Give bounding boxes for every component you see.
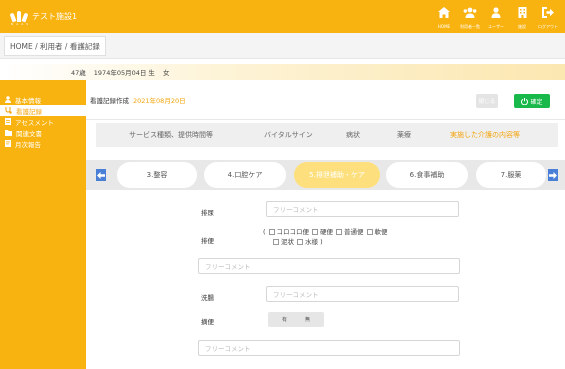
user-info-bar: 47歳 1974年05月04日 生 女 bbox=[0, 64, 565, 80]
confirm-label: 確定 bbox=[530, 98, 543, 106]
option-label: 水様 bbox=[305, 238, 318, 246]
option-label: 泥状 bbox=[281, 238, 294, 246]
nav-logout-label: ログアウト bbox=[538, 24, 558, 29]
checkbox-normal[interactable] bbox=[336, 229, 343, 235]
app-subtitle: N A A S bbox=[11, 22, 30, 26]
arrow-right-icon[interactable] bbox=[548, 169, 558, 181]
enema-label: 摘便 bbox=[201, 318, 214, 326]
sidebar-item-basic-info[interactable]: 基本情報 bbox=[0, 94, 86, 105]
tab-medication[interactable]: 7.服薬 bbox=[476, 162, 546, 188]
folder-icon bbox=[5, 129, 12, 136]
tab-meal[interactable]: 6.食事補助 bbox=[386, 162, 468, 188]
option-label: 硬便 bbox=[320, 228, 334, 236]
breadcrumb-bar: HOME / 利用者 / 看護記録 bbox=[0, 33, 565, 59]
top-bar: テスト施設1 N A A S HOME 利用者一覧 ユーザー 施設 ログアウト bbox=[0, 0, 565, 33]
category-care-content[interactable]: 実施した介護の内容等 bbox=[450, 130, 520, 140]
sidebar-item-label: 月次報告 bbox=[15, 140, 41, 149]
nav-facility[interactable]: 施設 bbox=[509, 4, 535, 30]
enema-yes-option[interactable]: 有 bbox=[282, 316, 287, 323]
urine-comment-input[interactable]: フリーコメント bbox=[266, 201, 459, 217]
option-label: コロコロ便 bbox=[276, 228, 310, 236]
app-logo[interactable]: テスト施設1 bbox=[9, 11, 78, 23]
user-sex: 女 bbox=[162, 69, 170, 77]
category-medication[interactable]: 薬療 bbox=[397, 130, 411, 140]
category-tabs: サービス種類、提供時間等 バイタルサイン 病状 薬療 実施した介護の内容等 bbox=[96, 123, 558, 147]
enema-toggle[interactable]: 有 無 bbox=[268, 312, 324, 327]
nav-user[interactable]: ユーザー bbox=[483, 4, 509, 30]
record-title: 看護記録作成 bbox=[90, 96, 129, 105]
tab-oral-care[interactable]: 4.口腔ケア bbox=[204, 162, 286, 188]
wash-comment-input[interactable]: フリーコメント bbox=[266, 286, 459, 302]
user-icon bbox=[491, 4, 501, 20]
nav-facility-label: 施設 bbox=[518, 24, 526, 29]
user-birthdate: 1974年05月04日 生 bbox=[93, 69, 155, 77]
sidebar-item-label: 基本情報 bbox=[15, 96, 41, 105]
sidebar-item-label: アセスメント bbox=[15, 118, 54, 127]
stool-comment-input[interactable]: フリーコメント bbox=[198, 258, 460, 274]
sidebar-item-label: 関連文書 bbox=[16, 129, 42, 138]
user-icon bbox=[5, 96, 11, 103]
category-vitals[interactable]: バイタルサイン bbox=[264, 130, 313, 140]
sidebar-item-assessment[interactable]: アセスメント bbox=[0, 116, 86, 127]
sidebar-item-nursing-record[interactable]: 看護記録 bbox=[0, 105, 86, 116]
nav-home[interactable]: HOME bbox=[431, 4, 457, 30]
top-nav: HOME 利用者一覧 ユーザー 施設 ログアウト bbox=[431, 4, 561, 30]
tab-excretion[interactable]: 5.排泄補助・ケア bbox=[294, 162, 380, 188]
close-button[interactable]: 閉じる bbox=[476, 94, 498, 108]
sidebar-item-related-docs[interactable]: 関連文書 bbox=[0, 127, 86, 138]
category-service[interactable]: サービス種類、提供時間等 bbox=[129, 130, 213, 140]
power-icon bbox=[521, 97, 529, 105]
stool-label: 排便 bbox=[201, 237, 214, 245]
stethoscope-icon bbox=[5, 107, 12, 114]
enema-no-option[interactable]: 無 bbox=[305, 316, 310, 323]
users-icon bbox=[463, 4, 477, 20]
nav-home-label: HOME bbox=[437, 24, 451, 29]
option-label: 普通便 bbox=[344, 228, 364, 236]
checkbox-hard[interactable] bbox=[312, 229, 319, 235]
option-label: 軟便 bbox=[374, 228, 388, 236]
nav-user-label: ユーザー bbox=[488, 24, 504, 29]
document-icon bbox=[5, 118, 11, 125]
building-icon bbox=[518, 4, 527, 20]
breadcrumb[interactable]: HOME / 利用者 / 看護記録 bbox=[4, 36, 106, 56]
report-icon bbox=[5, 140, 11, 147]
care-tabs: 3.整容 4.口腔ケア 5.排泄補助・ケア 6.食事補助 7.服薬 bbox=[86, 160, 565, 190]
nav-logout[interactable]: ログアウト bbox=[535, 4, 561, 30]
checkbox-watery[interactable] bbox=[297, 239, 303, 245]
user-age: 47歳 bbox=[71, 69, 86, 77]
tab-grooming[interactable]: 3.整容 bbox=[117, 162, 197, 188]
home-icon bbox=[438, 4, 450, 20]
nav-users[interactable]: 利用者一覧 bbox=[457, 4, 483, 30]
urine-label: 排尿 bbox=[201, 209, 214, 217]
main-content: 看護記録作成 2021年08月20日 閉じる 確定 サービス種類、提供時間等 バ… bbox=[86, 80, 565, 369]
arrow-left-icon[interactable] bbox=[96, 169, 106, 181]
checkbox-hard-lumpy[interactable] bbox=[268, 229, 275, 235]
logo-icon bbox=[9, 11, 29, 23]
sidebar-item-label: 看護記録 bbox=[16, 107, 42, 116]
app-title: テスト施設1 bbox=[32, 12, 78, 21]
stool-options: (コロコロ便 硬便 普通便 軟便 泥状 水様 ) bbox=[263, 228, 388, 246]
wash-label: 洗腸 bbox=[201, 294, 214, 302]
nav-users-label: 利用者一覧 bbox=[460, 24, 480, 29]
sidebar: 基本情報 看護記録 アセスメント 関連文書 月次報告 bbox=[0, 80, 86, 369]
logout-icon bbox=[542, 4, 554, 20]
category-condition[interactable]: 病状 bbox=[346, 130, 360, 140]
checkbox-soft[interactable] bbox=[366, 229, 373, 235]
checkbox-mushy[interactable] bbox=[273, 239, 279, 245]
sidebar-item-monthly-report[interactable]: 月次報告 bbox=[0, 138, 86, 149]
record-date[interactable]: 2021年08月20日 bbox=[133, 95, 186, 105]
enema-comment-input[interactable]: フリーコメント bbox=[198, 340, 460, 356]
confirm-button[interactable]: 確定 bbox=[514, 94, 550, 108]
